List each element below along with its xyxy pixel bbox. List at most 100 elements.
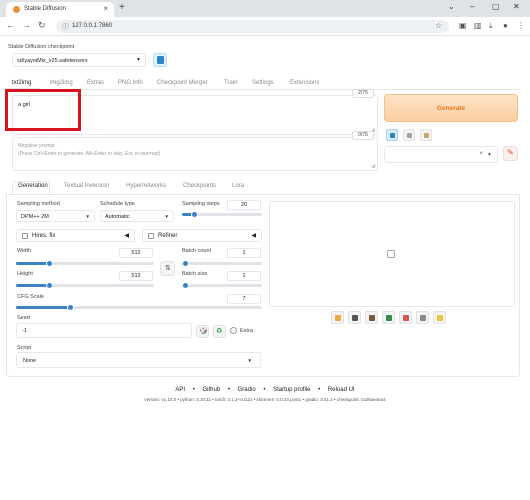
menu-icon[interactable]: ⋮: [517, 21, 525, 30]
browser-tab-title: Stable Diffusion: [24, 6, 66, 12]
footer-link-reload-ui[interactable]: Reload UI: [328, 387, 355, 393]
new-tab-button[interactable]: +: [119, 2, 125, 13]
tab-lora[interactable]: Lora: [232, 183, 244, 189]
checkpoint-label: Stable Diffusion checkpoint: [8, 44, 75, 50]
height-slider[interactable]: [16, 282, 154, 289]
checkpoint-select[interactable]: sd\yayoiMix_v25.safetensors ▼: [12, 53, 146, 67]
window-close-icon[interactable]: ✕: [513, 2, 520, 11]
zip-button[interactable]: [365, 311, 378, 324]
clear-styles-icon[interactable]: ×: [479, 151, 483, 157]
generate-button[interactable]: Generate: [384, 94, 518, 122]
extra-seed-checkbox[interactable]: [230, 327, 237, 334]
script-select[interactable]: None ▼: [16, 352, 261, 368]
sampling-steps-input[interactable]: 20: [227, 200, 261, 210]
sampling-steps-label: Sampling steps: [182, 201, 220, 207]
slider-fill: [16, 284, 49, 287]
cfg-scale-slider[interactable]: [16, 304, 262, 311]
tab-extensions[interactable]: Extensions: [290, 80, 319, 86]
slider-thumb[interactable]: [182, 260, 189, 267]
sampling-steps-slider[interactable]: [182, 211, 262, 218]
save-button[interactable]: [348, 311, 361, 324]
slider-thumb[interactable]: [46, 260, 53, 267]
send-to-inpaint-button[interactable]: [399, 311, 412, 324]
hires-fix-checkbox[interactable]: [22, 233, 28, 239]
tab-generation[interactable]: Generation: [18, 183, 48, 189]
recycle-icon: ♻: [216, 328, 223, 335]
maximize-icon[interactable]: ▢: [492, 2, 500, 11]
site-info-icon[interactable]: ⓘ: [62, 22, 69, 32]
swap-dimensions-button[interactable]: ⇅: [160, 261, 175, 276]
tab-hypernetworks[interactable]: Hypernetworks: [126, 183, 166, 189]
reuse-seed-button[interactable]: ♻: [213, 325, 226, 338]
cfg-scale-input[interactable]: 7: [227, 294, 261, 304]
highlight-annotation-box: [5, 89, 81, 131]
hires-fix-accordion[interactable]: Hires. fix ◀: [16, 229, 135, 242]
minimize-icon[interactable]: –: [470, 2, 474, 11]
tab-img2img[interactable]: img2img: [50, 80, 73, 86]
slider-thumb[interactable]: [46, 282, 53, 289]
send-to-extras-button[interactable]: [416, 311, 429, 324]
batch-count-slider[interactable]: [182, 260, 262, 267]
tab-search-icon[interactable]: ⌄: [448, 2, 455, 11]
clear-prompt-button[interactable]: [403, 129, 415, 141]
sidebar-icon[interactable]: ▥: [474, 21, 482, 30]
forward-icon[interactable]: →: [22, 20, 31, 30]
random-seed-button[interactable]: 🎲: [196, 325, 209, 338]
footer-link-startup-profile[interactable]: Startup profile: [273, 387, 310, 393]
script-value: None: [23, 358, 37, 364]
output-gallery: [269, 201, 515, 307]
refiner-checkbox[interactable]: [148, 233, 154, 239]
ruler-icon: [420, 315, 426, 321]
tab-checkpoints[interactable]: Checkpoints: [183, 183, 216, 189]
footer-link-api[interactable]: API: [175, 387, 185, 393]
slider-thumb[interactable]: [191, 211, 198, 218]
width-input[interactable]: 512: [119, 248, 153, 258]
batch-count-input[interactable]: 1: [227, 248, 261, 258]
browser-tab[interactable]: Stable Diffusion ×: [6, 2, 114, 17]
tab-settings[interactable]: Settings: [252, 80, 274, 86]
cfg-scale-label: CFG Scale: [17, 294, 44, 300]
tab-divider: [6, 89, 520, 90]
back-icon[interactable]: ←: [6, 20, 15, 30]
tab-png-info[interactable]: PNG Info: [118, 80, 143, 86]
slider-thumb[interactable]: [67, 304, 74, 311]
resize-handle-icon[interactable]: ◢: [371, 163, 375, 169]
tab-train[interactable]: Train: [224, 80, 237, 86]
tab-textual-inversion[interactable]: Textual Inversion: [64, 183, 109, 189]
footer-link-gradio[interactable]: Gradio: [238, 387, 256, 393]
profile-icon[interactable]: ●: [503, 21, 508, 30]
negative-prompt-input[interactable]: Negative prompt (Press Ctrl+Enter to gen…: [12, 137, 378, 171]
extensions-icon[interactable]: ▣: [459, 21, 467, 30]
close-tab-icon[interactable]: ×: [103, 4, 108, 13]
seed-input[interactable]: -1: [16, 323, 192, 338]
tab-checkpoint-merger[interactable]: Checkpoint Merger: [157, 80, 208, 86]
swap-arrows-icon: ⇅: [165, 265, 171, 272]
edit-styles-button[interactable]: ✎: [503, 146, 518, 161]
apply-styles-button[interactable]: [420, 129, 432, 141]
bookmark-star-icon[interactable]: ☆: [435, 21, 442, 30]
width-slider[interactable]: [16, 260, 154, 267]
send-to-img2img-button[interactable]: [382, 311, 395, 324]
download-icon[interactable]: ⤓: [489, 21, 493, 31]
refiner-accordion[interactable]: Refiner ◀: [142, 229, 262, 242]
sampling-method-select[interactable]: DPM++ 2M ▼: [16, 210, 95, 222]
styles-select[interactable]: × ▼: [384, 146, 498, 163]
browser-toolbar: ← → ↻ ⓘ 127.0.0.1:7860 ☆ ▣ ▥ ⤓ ● ⋮: [0, 17, 530, 36]
tab-extras[interactable]: Extras: [87, 80, 104, 86]
batch-size-input[interactable]: 1: [227, 271, 261, 281]
address-bar[interactable]: ⓘ 127.0.0.1:7860 ☆: [56, 20, 449, 33]
generate-label: Generate: [436, 105, 466, 112]
tab-txt2img[interactable]: txt2img: [12, 80, 31, 86]
refresh-checkpoint-button[interactable]: [153, 53, 167, 67]
open-folder-button[interactable]: [331, 311, 344, 324]
footer-link-github[interactable]: Github: [203, 387, 221, 393]
schedule-type-select[interactable]: Automatic ▼: [100, 210, 174, 222]
negative-prompt-hint: (Press Ctrl+Enter to generate, Alt+Enter…: [18, 151, 161, 157]
sparkle-button[interactable]: [433, 311, 446, 324]
reload-icon[interactable]: ↻: [38, 20, 46, 31]
read-params-button[interactable]: [386, 129, 398, 141]
slider-thumb[interactable]: [182, 282, 189, 289]
height-input[interactable]: 512: [119, 271, 153, 281]
extra-seed-label: Extra: [240, 328, 253, 334]
batch-size-slider[interactable]: [182, 282, 262, 289]
